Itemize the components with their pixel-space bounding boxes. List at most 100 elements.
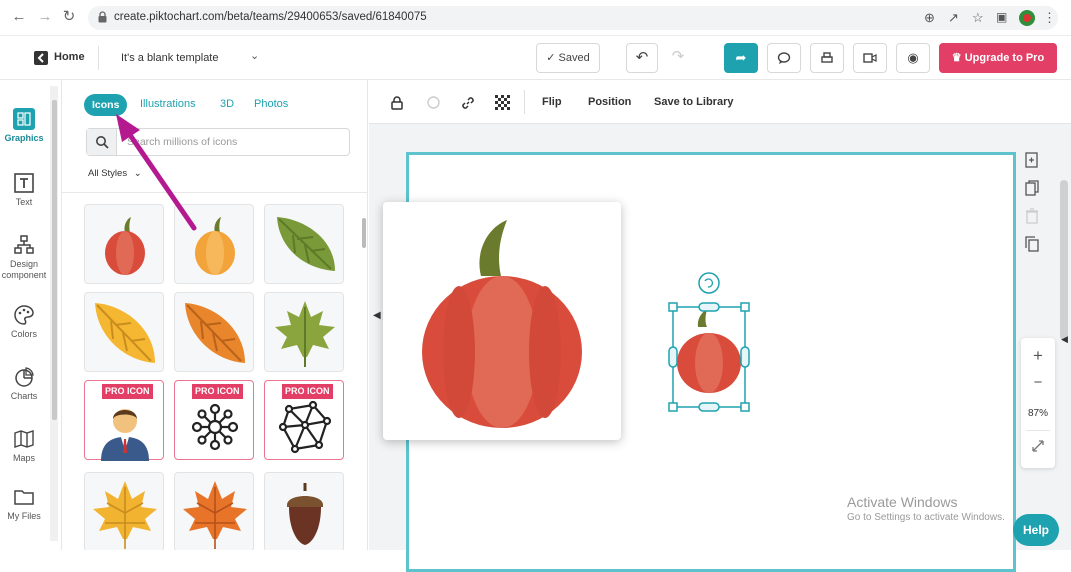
tab-3d[interactable]: 3D — [220, 98, 234, 110]
template-name[interactable]: It's a blank template — [121, 52, 219, 64]
app-toolbar: Home It's a blank template ⌄ ✓ Saved ↶ ↷… — [0, 37, 1071, 80]
undo-button[interactable]: ↶ — [626, 43, 658, 73]
green-leaf-icon — [277, 217, 335, 271]
back-icon[interactable]: ← — [10, 8, 28, 26]
help-button[interactable]: Help — [1013, 514, 1059, 546]
zoom-level[interactable]: 87% — [1021, 408, 1055, 419]
zoom-in-button[interactable]: + — [1021, 346, 1055, 366]
icon-tile[interactable] — [264, 472, 344, 550]
address-bar[interactable]: create.piktochart.com/beta/teams/2940065… — [88, 6, 1058, 30]
zoom-out-button[interactable]: − — [1021, 374, 1055, 391]
redo-button[interactable]: ↷ — [662, 43, 694, 73]
video-icon — [863, 53, 877, 63]
upgrade-button[interactable]: ♛ Upgrade to Pro — [939, 43, 1057, 73]
rail-item-colors[interactable]: Colors — [0, 304, 48, 340]
flip-button[interactable]: Flip — [542, 96, 562, 108]
lock-icon — [98, 11, 107, 23]
redo-icon: ↷ — [671, 48, 685, 65]
rail-item-design-component[interactable]: Design component — [0, 234, 48, 281]
rail-label: Colors — [10, 329, 37, 339]
print-icon — [821, 52, 833, 63]
lock-icon[interactable] — [391, 96, 403, 110]
rail-item-my-files[interactable]: My Files — [0, 486, 48, 522]
menu-icon[interactable]: ⋮ — [1043, 10, 1056, 26]
add-page-icon[interactable] — [1025, 152, 1039, 168]
home-link[interactable]: Home — [54, 51, 85, 63]
icon-tile[interactable] — [84, 292, 164, 372]
fit-screen-icon[interactable] — [1032, 440, 1044, 452]
pro-badge: PRO ICON — [282, 384, 333, 399]
rail-scrollbar-thumb[interactable] — [52, 100, 57, 420]
rail-label: Text — [15, 197, 33, 207]
tab-icon[interactable]: ▣ — [996, 10, 1007, 24]
canvas-area: Flip Position Save to Library ◀ ◀ + − 87… — [369, 80, 1071, 572]
icon-tile-pro[interactable]: PRO ICON — [84, 380, 164, 461]
share-button[interactable]: ➦ — [724, 43, 758, 73]
tab-photos[interactable]: Photos — [254, 98, 288, 110]
print-button[interactable] — [810, 43, 844, 73]
preview-button[interactable]: ◉ — [896, 43, 930, 73]
comment-button[interactable] — [767, 43, 801, 73]
canvas-scrollbar[interactable] — [1060, 180, 1068, 340]
icon-tile-pro[interactable]: PRO ICON — [264, 380, 344, 460]
collapse-right-icon[interactable]: ◀ — [1061, 334, 1068, 345]
toolbar-divider — [524, 90, 525, 114]
collapse-panel-icon[interactable]: ◀ — [373, 310, 381, 321]
green-maple-leaf-icon — [275, 301, 335, 367]
graphics-icon — [13, 108, 35, 130]
icon-tile[interactable] — [264, 204, 344, 284]
share-icon[interactable]: ↗ — [948, 10, 959, 26]
icon-tile[interactable] — [174, 292, 254, 372]
forward-icon[interactable]: → — [36, 8, 54, 26]
palette-icon — [14, 305, 34, 325]
rail-item-graphics[interactable]: Graphics — [0, 108, 48, 144]
color-circle-icon[interactable] — [427, 96, 440, 109]
copy-page-icon[interactable] — [1025, 236, 1039, 252]
profile-avatar-icon[interactable] — [1018, 9, 1036, 27]
position-button[interactable]: Position — [588, 96, 631, 108]
delete-page-icon[interactable] — [1025, 208, 1039, 224]
transparency-icon[interactable] — [495, 95, 510, 110]
icon-tile[interactable] — [264, 292, 344, 372]
star-icon[interactable]: ☆ — [972, 10, 984, 26]
chart-icon — [15, 367, 34, 387]
context-toolbar: Flip Position Save to Library — [369, 80, 1071, 124]
panel-scrollbar[interactable] — [362, 218, 366, 248]
zoom-divider — [1026, 430, 1050, 431]
yellow-maple-leaf-icon — [93, 481, 157, 549]
map-icon — [14, 430, 34, 448]
saved-button[interactable]: ✓ Saved — [536, 43, 600, 73]
icon-preview-card — [383, 202, 621, 440]
crown-icon: ♛ — [951, 52, 962, 64]
activate-windows-watermark: Activate Windows Go to Settings to activ… — [847, 494, 1017, 523]
eye-icon: ◉ — [907, 50, 919, 65]
home-icon[interactable] — [34, 51, 48, 65]
annotation-arrow-icon — [116, 114, 197, 231]
pro-badge: PRO ICON — [102, 384, 153, 399]
acorn-icon — [287, 483, 323, 545]
upgrade-label: Upgrade to Pro — [964, 52, 1045, 64]
selected-pumpkin-element[interactable] — [661, 267, 757, 417]
duplicate-page-icon[interactable] — [1025, 180, 1039, 196]
link-icon[interactable] — [461, 96, 475, 110]
rail-label: Design component — [1, 259, 47, 280]
zoom-icon[interactable]: ⊕ — [924, 10, 935, 26]
icon-tile-pro[interactable]: PRO ICON — [174, 380, 254, 460]
comment-icon — [777, 52, 791, 64]
folder-icon — [14, 490, 34, 505]
rail-item-maps[interactable]: Maps — [0, 428, 48, 464]
rail-item-text[interactable]: Text — [0, 172, 48, 208]
icon-tile[interactable] — [84, 472, 164, 550]
left-rail: Graphics Text Design component Colors Ch… — [0, 80, 62, 550]
chevron-down-icon[interactable]: ⌄ — [250, 49, 259, 62]
rail-item-charts[interactable]: Charts — [0, 366, 48, 402]
url-text: create.piktochart.com/beta/teams/2940065… — [114, 11, 427, 23]
icon-tile[interactable] — [174, 472, 254, 550]
orange-maple-leaf-icon — [183, 481, 247, 549]
reload-icon[interactable]: ↻ — [60, 8, 78, 26]
rail-label: Maps — [12, 453, 35, 463]
design-component-icon — [14, 235, 34, 254]
present-button[interactable] — [853, 43, 887, 73]
save-to-library-button[interactable]: Save to Library — [654, 96, 733, 108]
share-arrow-icon: ➦ — [735, 50, 747, 65]
